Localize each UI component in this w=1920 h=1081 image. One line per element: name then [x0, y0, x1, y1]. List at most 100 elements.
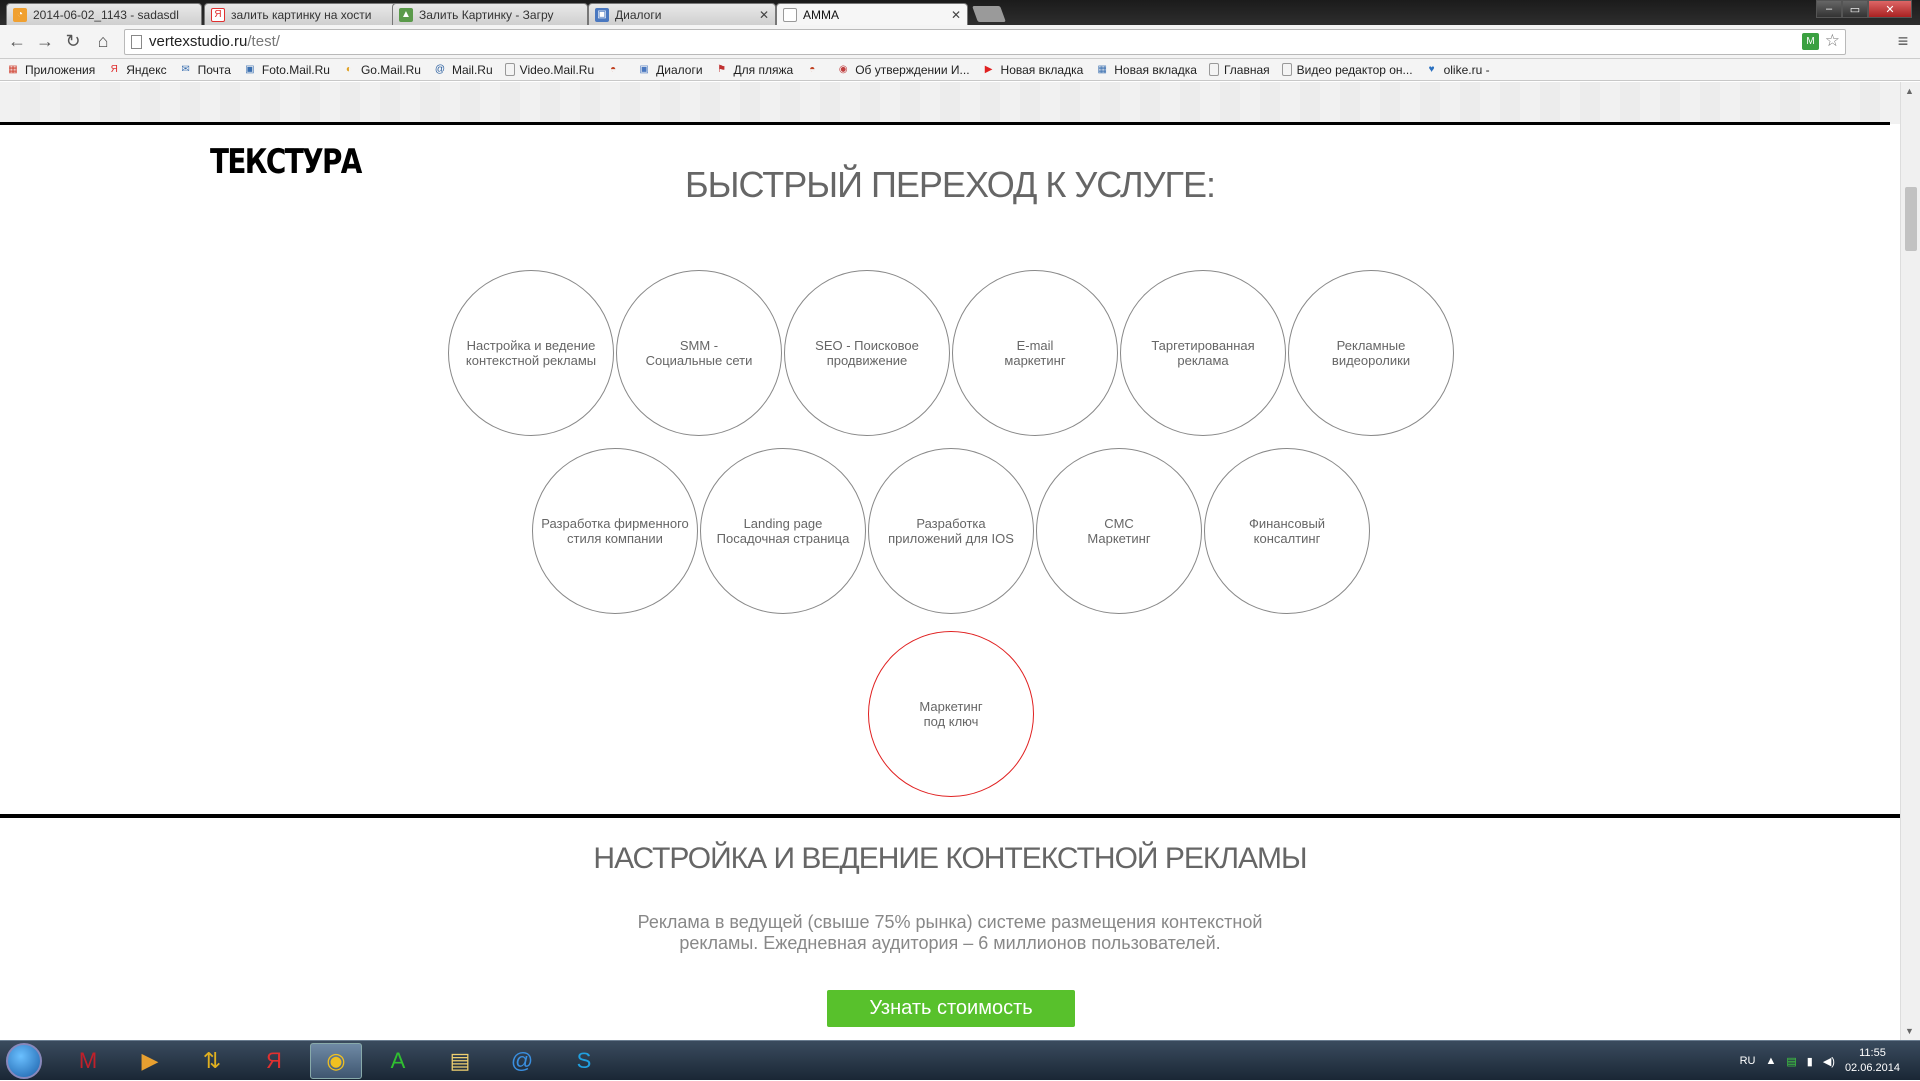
- page-icon: [1281, 63, 1292, 76]
- reload-icon[interactable]: ↻: [62, 31, 84, 52]
- scroll-down-icon[interactable]: ▼: [1905, 1026, 1914, 1036]
- bookmark-item[interactable]: ▣ Диалоги: [637, 63, 702, 77]
- page-title: БЫСТРЫЙ ПЕРЕХОД К УСЛУГЕ:: [684, 164, 1216, 205]
- bookmark-item[interactable]: ◐ Go.Mail.Ru: [342, 63, 421, 77]
- service-circle[interactable]: CMC Маркетинг: [1036, 448, 1202, 614]
- search-icon: ◐: [345, 64, 352, 75]
- language-indicator[interactable]: RU: [1740, 1055, 1756, 1067]
- service-label: SMM - Социальные сети: [645, 338, 753, 368]
- network-icon[interactable]: ▮: [1807, 1055, 1813, 1068]
- back-arrow-icon[interactable]: ←: [6, 31, 28, 52]
- service-circle[interactable]: SEO - Поисковое продвижение: [784, 270, 950, 436]
- service-circle[interactable]: E-mail маркетинг: [952, 270, 1118, 436]
- bookmark-item[interactable]: ▦ Новая вкладка: [1095, 63, 1197, 77]
- yandex-icon: Я: [110, 64, 118, 75]
- yandex-icon: Я: [211, 7, 225, 22]
- service-circle[interactable]: Разработка приложений для IOS: [868, 448, 1034, 614]
- tab-title: залить картинку на хости: [231, 7, 372, 22]
- bookmark-label: Диалоги: [656, 62, 703, 77]
- service-circle[interactable]: Настройка и ведение контекстной рекламы: [448, 270, 614, 436]
- skype-icon[interactable]: S: [558, 1043, 610, 1079]
- tab-1[interactable]: ◔ 2014-06-02_1143 - sadasdl: [6, 3, 202, 25]
- image-icon: ▲: [399, 7, 413, 22]
- header-pattern: [0, 82, 1900, 124]
- time: 11:55: [1859, 1047, 1886, 1059]
- close-tab-icon[interactable]: ✕: [951, 8, 961, 22]
- bookmark-item[interactable]: Я Яндекс: [107, 63, 167, 77]
- font-app-icon[interactable]: A: [372, 1043, 424, 1079]
- page-icon: [504, 63, 515, 76]
- bookmark-star-icon[interactable]: ☆: [1825, 31, 1840, 51]
- bookmark-label: Video.Mail.Ru: [519, 62, 595, 77]
- section-title: НАСТРОЙКА И ВЕДЕНИЕ КОНТЕКСТНОЙ РЕКЛАМЫ: [593, 842, 1307, 875]
- folder-icon[interactable]: ▤: [434, 1043, 486, 1079]
- menu-icon[interactable]: ≡: [1892, 31, 1914, 52]
- new-tab-button[interactable]: [972, 6, 1006, 22]
- tab-4[interactable]: ▣ Диалоги ✕: [588, 3, 776, 25]
- bookmark-label: Foto.Mail.Ru: [261, 62, 330, 77]
- bookmark-item[interactable]: ◉ Об утверждении И...: [836, 63, 970, 77]
- mcafee-icon[interactable]: M: [62, 1043, 114, 1079]
- vertical-scrollbar[interactable]: ▲ ▼: [1900, 82, 1920, 1040]
- bookmark-item[interactable]: ▦ Приложения: [6, 63, 95, 77]
- service-circle[interactable]: SMM - Социальные сети: [616, 270, 782, 436]
- web-page: ТЕКСТУРА БЫСТРЫЙ ПЕРЕХОД К УСЛУГЕ: НАСТР…: [0, 82, 1900, 1040]
- at-icon: @: [434, 64, 446, 75]
- bookmark-label: Новая вкладка: [1000, 62, 1084, 77]
- bookmark-item[interactable]: ◓: [606, 63, 625, 77]
- grid-icon: ▦: [1097, 64, 1107, 75]
- bookmark-item[interactable]: ⚑ Для пляжа: [715, 63, 793, 77]
- bookmark-item[interactable]: ◓: [805, 63, 824, 77]
- service-label: Разработка фирменного стиля компании: [541, 516, 689, 546]
- home-icon[interactable]: ⌂: [92, 31, 114, 52]
- tab-title: Диалоги: [615, 7, 662, 22]
- close-window-icon[interactable]: ✕: [1868, 0, 1912, 18]
- bookmark-item[interactable]: Видео редактор он...: [1281, 63, 1413, 77]
- clock[interactable]: 11:55 02.06.2014: [1845, 1046, 1900, 1076]
- get-price-button[interactable]: Узнать стоимость: [827, 990, 1075, 1027]
- bookmark-item[interactable]: ▣ Foto.Mail.Ru: [243, 63, 330, 77]
- service-label: SEO - Поисковое продвижение: [815, 338, 919, 368]
- service-circle[interactable]: Landing page Посадочная страница: [700, 448, 866, 614]
- tab-3[interactable]: ▲ Залить Картинку - Загру: [392, 3, 588, 25]
- yandex-browser-icon[interactable]: Я: [248, 1043, 300, 1079]
- system-tray: RU ▲ ▤ ▮ ◀) 11:55 02.06.2014: [1740, 1041, 1920, 1081]
- torrent-icon[interactable]: ⇅: [186, 1043, 238, 1079]
- bookmark-item[interactable]: Video.Mail.Ru: [504, 62, 595, 77]
- tab-2[interactable]: Я залить картинку на хости: [204, 3, 400, 25]
- tray-app-icon[interactable]: ▤: [1786, 1055, 1796, 1068]
- tab-title: Залить Картинку - Загру: [419, 7, 554, 22]
- browser-window: ◔ 2014-06-02_1143 - sadasdl Я залить кар…: [0, 0, 1920, 1080]
- minimize-icon[interactable]: –: [1816, 0, 1842, 18]
- scrollbar-thumb[interactable]: [1905, 187, 1917, 251]
- forward-arrow-icon[interactable]: →: [34, 31, 56, 52]
- service-circle[interactable]: Рекламные видеоролики: [1288, 270, 1454, 436]
- bookmark-item[interactable]: ♥ olike.ru -: [1425, 63, 1490, 77]
- start-button[interactable]: [6, 1043, 42, 1079]
- bookmark-item[interactable]: Главная: [1208, 63, 1270, 77]
- close-tab-icon[interactable]: ✕: [759, 8, 769, 22]
- extension-icon[interactable]: M: [1802, 33, 1819, 50]
- volume-icon[interactable]: ◀): [1823, 1055, 1835, 1068]
- media-player-icon[interactable]: ▶: [124, 1043, 176, 1079]
- address-bar[interactable]: vertexstudio.ru/test/ M ☆: [124, 29, 1846, 55]
- url-path: /test/: [247, 33, 280, 50]
- service-circle[interactable]: Таргетированная реклама: [1120, 270, 1286, 436]
- bookmark-item[interactable]: ✉ Почта: [179, 63, 231, 77]
- maximize-icon[interactable]: ▭: [1842, 0, 1868, 18]
- service-circle[interactable]: Финансовый консалтинг: [1204, 448, 1370, 614]
- service-circle[interactable]: Разработка фирменного стиля компании: [532, 448, 698, 614]
- tray-expand-icon[interactable]: ▲: [1765, 1055, 1776, 1067]
- service-circle[interactable]: Маркетинг под ключ: [868, 631, 1034, 797]
- heart-icon: ♥: [1428, 64, 1435, 75]
- bookmark-label: Go.Mail.Ru: [360, 62, 421, 77]
- mail-agent-icon[interactable]: @: [496, 1043, 548, 1079]
- bookmark-item[interactable]: ▶ Новая вкладка: [982, 63, 1084, 77]
- service-label: Маркетинг под ключ: [919, 699, 983, 729]
- section-divider: [0, 814, 1900, 818]
- scroll-up-icon[interactable]: ▲: [1905, 86, 1914, 96]
- service-label: Рекламные видеоролики: [1331, 338, 1411, 368]
- tab-5-active[interactable]: AMMA ✕: [776, 3, 968, 25]
- chrome-icon[interactable]: ◉: [310, 1043, 362, 1079]
- bookmark-item[interactable]: @ Mail.Ru: [433, 63, 493, 77]
